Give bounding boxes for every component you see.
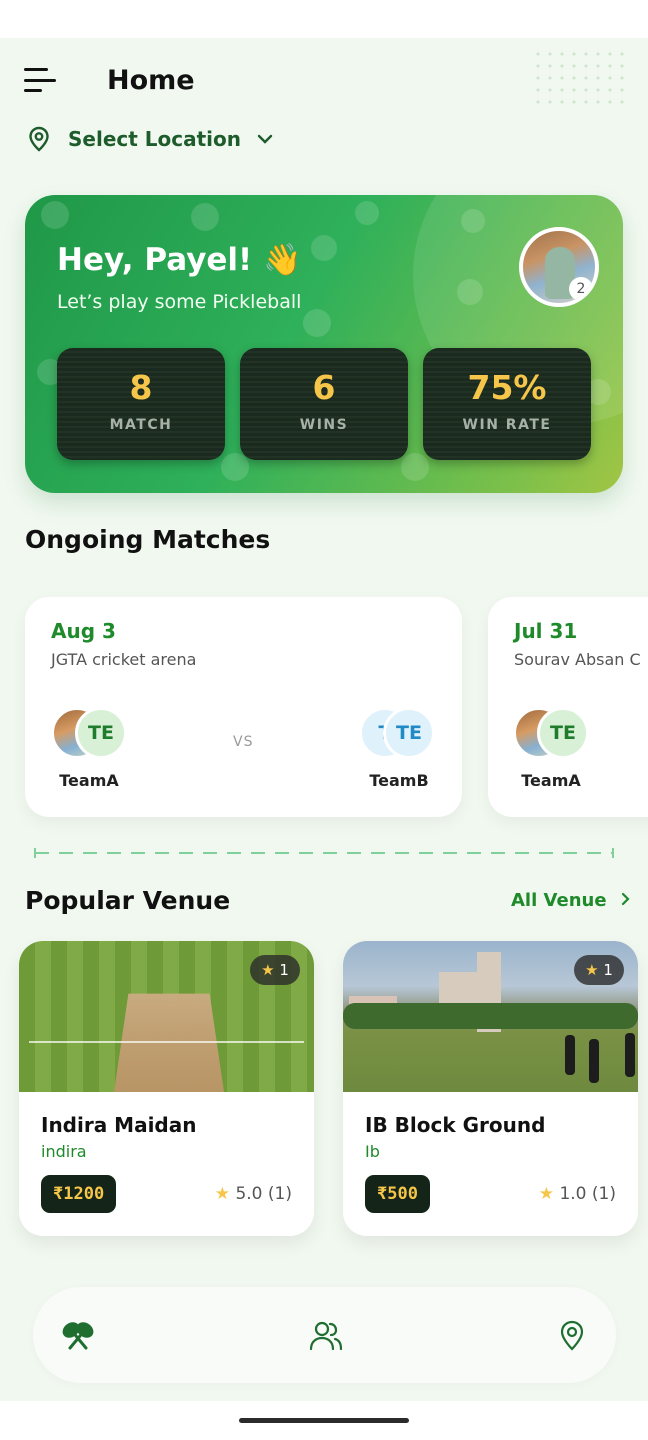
decorative-bubble [221,453,249,481]
match-card[interactable]: Aug 3 JGTA cricket arena TE TeamA VS T T… [25,597,462,817]
match-venue: JGTA cricket arena [51,650,197,669]
nav-item-venues[interactable] [553,1317,591,1355]
location-pin-icon [29,126,49,152]
team-name: TeamB [369,771,429,790]
team-avatar: TE [383,707,435,759]
rating-count: (1) [267,1184,292,1204]
match-card[interactable]: Jul 31 Sourav Absan C TE TeamA [488,597,648,817]
decorative-bubble [41,201,69,229]
decorative-bubble [303,309,331,337]
team-avatar: TE [75,707,127,759]
match-date: Aug 3 [51,619,116,643]
team-name: TeamA [59,771,119,790]
venue-price: ₹500 [365,1175,430,1213]
stat-win-rate: 75% WIN RATE [423,348,591,460]
rating-value: 5.0 [235,1184,263,1204]
pitch-crease [29,1041,304,1043]
star-icon: ★ [585,961,599,979]
top-bar: Home [24,60,195,100]
player-summary-card: Hey, Payel! 👋 Let’s play some Pickleball… [25,195,623,493]
stat-value: 6 [312,368,336,407]
rating-tag-value: 1 [279,961,289,979]
decorative-dots [532,48,624,112]
rating-tag-value: 1 [603,961,613,979]
decorative-bubble [191,203,219,231]
greeting: Hey, Payel! 👋 [57,242,302,278]
location-selector[interactable]: Select Location [28,126,273,152]
all-venue-link[interactable]: All Venue [511,890,631,911]
ongoing-matches-title: Ongoing Matches [25,525,271,554]
match-date: Jul 31 [514,619,578,643]
greeting-subtitle: Let’s play some Pickleball [57,291,302,313]
carousel-scroll-indicator[interactable] [34,846,614,860]
tree-line [343,1003,638,1029]
stat-label: MATCH [109,417,173,433]
person [625,1033,635,1077]
chevron-down-icon [257,134,273,144]
decorative-bubble [401,453,429,481]
nav-item-play[interactable] [59,1317,97,1355]
decorative-bubble [461,209,485,233]
all-venue-label: All Venue [511,890,607,911]
home-indicator[interactable] [239,1418,409,1423]
rating-tag: ★ 1 [250,955,300,985]
venue-name: Indira Maidan [41,1113,197,1137]
venue-rating: ★ 5.0 (1) [215,1184,292,1204]
rating-tag: ★ 1 [574,955,624,985]
team-a: TE TeamA [39,707,139,797]
team-a: TE TeamA [501,707,601,797]
venue-card[interactable]: ★ 1 IB Block Ground Ib ₹500 ★ 1.0 (1) [343,941,638,1236]
pickleball-paddles-icon [62,1322,94,1350]
stat-wins: 6 WINS [240,348,408,460]
versus-label: VS [233,734,254,750]
avatar[interactable]: 2 [519,227,599,307]
page-title: Home [107,64,195,96]
decorative-bubble [457,279,483,305]
venue-card[interactable]: ★ 1 Indira Maidan indira ₹1200 ★ 5.0 (1) [19,941,314,1236]
venue-slug: Ib [365,1142,380,1161]
decorative-bubble [311,235,337,261]
avatar-badge: 2 [569,277,593,301]
team-b: T TE TeamB [349,707,449,797]
location-pin-icon [560,1320,584,1351]
stat-match: 8 MATCH [57,348,225,460]
person [589,1039,599,1083]
stat-label: WIN RATE [462,417,552,433]
popular-venue-title: Popular Venue [25,886,231,915]
match-venue: Sourav Absan C [514,650,641,669]
rating-value: 1.0 [559,1184,587,1204]
users-icon [309,1321,343,1351]
team-avatar: TE [537,707,589,759]
chevron-right-icon [621,892,630,906]
bottom-nav [33,1287,616,1383]
star-icon: ★ [214,1184,231,1204]
stat-label: WINS [299,417,349,433]
venue-slug: indira [41,1142,87,1161]
star-icon: ★ [261,961,275,979]
home-screen: Home Select Location Hey, Payel! 👋 Let’s… [0,38,648,1401]
location-label: Select Location [68,127,241,151]
venue-price: ₹1200 [41,1175,117,1213]
stat-value: 8 [129,368,153,407]
venue-rating: ★ 1.0 (1) [539,1184,616,1204]
venue-name: IB Block Ground [365,1113,546,1137]
venue-photo: ★ 1 [343,941,638,1092]
star-icon: ★ [538,1184,555,1204]
decorative-bubble [355,201,379,225]
venue-photo: ★ 1 [19,941,314,1092]
rating-count: (1) [591,1184,616,1204]
nav-item-community[interactable] [307,1317,345,1355]
person [565,1035,575,1075]
hamburger-menu-icon[interactable] [24,68,58,92]
stat-value: 75% [467,368,547,407]
team-name: TeamA [521,771,581,790]
